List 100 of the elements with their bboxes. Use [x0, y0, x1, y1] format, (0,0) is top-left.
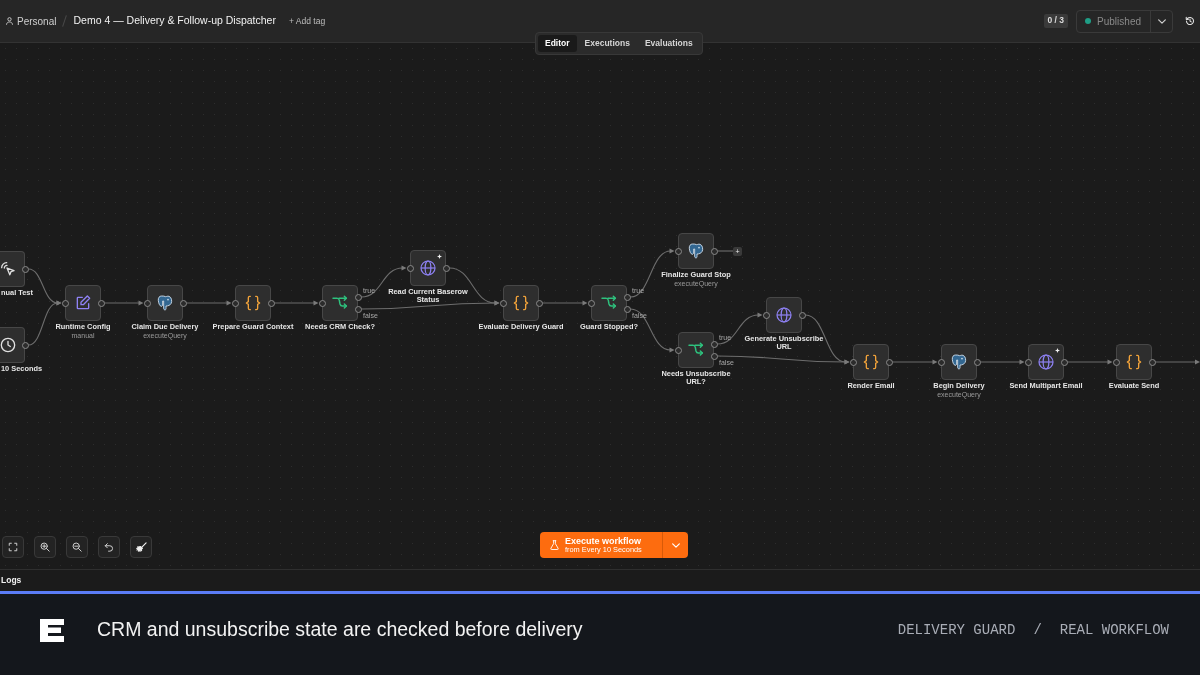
braces-icon	[863, 354, 879, 370]
workflow-node[interactable]	[322, 285, 358, 321]
output-port[interactable]	[179, 299, 187, 307]
braces-icon	[1126, 354, 1142, 370]
connection-arrow	[273, 300, 319, 306]
zoom-in-button[interactable]	[34, 536, 56, 558]
workflow-node[interactable]	[766, 297, 802, 333]
input-port[interactable]	[61, 299, 69, 307]
clock-icon	[0, 337, 16, 353]
view-tab[interactable]: Evaluations	[637, 35, 700, 53]
workflow-node[interactable]	[503, 285, 539, 321]
chevron-down-icon	[671, 542, 680, 548]
input-port[interactable]	[674, 346, 682, 354]
history-icon	[1185, 16, 1195, 26]
cursor-click-icon	[0, 261, 16, 277]
fullscreen-icon	[8, 542, 18, 552]
workflow-node[interactable]	[0, 327, 25, 363]
elephant-icon	[951, 354, 967, 370]
person-icon	[6, 17, 13, 25]
logs-panel-title[interactable]: Logs	[1, 574, 22, 587]
caption-headline: CRM and unsubscribe state are checked before delivery	[97, 617, 583, 643]
input-port[interactable]	[674, 247, 682, 255]
globe-icon	[420, 260, 436, 276]
globe-icon	[1038, 354, 1054, 370]
input-port[interactable]	[406, 264, 414, 272]
view-tab[interactable]: Executions	[577, 35, 637, 53]
output-port[interactable]	[710, 247, 718, 255]
input-port[interactable]	[1112, 358, 1120, 366]
tidy-up-button[interactable]	[130, 536, 152, 558]
input-port[interactable]	[1024, 358, 1032, 366]
connection-arrow	[891, 359, 938, 365]
logo-icon	[40, 618, 64, 642]
fit-view-button[interactable]	[2, 536, 24, 558]
input-port[interactable]	[499, 299, 507, 307]
output-port[interactable]	[267, 299, 275, 307]
workflow-node[interactable]	[853, 344, 889, 380]
view-tab[interactable]: Editor	[538, 35, 577, 53]
output-port[interactable]	[1060, 358, 1068, 366]
count-badge: 0 / 3	[1043, 14, 1069, 28]
input-port[interactable]	[762, 311, 770, 319]
branch-arrows-icon	[688, 342, 704, 358]
output-port[interactable]	[798, 311, 806, 319]
output-port[interactable]	[535, 299, 543, 307]
output-port[interactable]	[442, 264, 450, 272]
connection-arrow	[360, 265, 407, 298]
branch-arrows-icon	[601, 295, 617, 311]
workflow-node[interactable]	[1116, 344, 1152, 380]
zoom-out-icon	[72, 542, 82, 552]
workflow-node[interactable]	[410, 250, 446, 286]
connection-arrow	[103, 300, 144, 306]
undo-icon	[104, 542, 114, 552]
caption-tag: DELIVERY GUARD	[897, 619, 1016, 641]
input-port[interactable]	[318, 299, 326, 307]
status-dot-icon	[1085, 18, 1092, 24]
zoom-in-icon	[40, 542, 50, 552]
broom-icon	[135, 541, 147, 553]
connection-arrow	[185, 300, 232, 306]
braces-icon	[245, 295, 261, 311]
execute-options-button[interactable]	[662, 532, 688, 558]
caption-tag: REAL WORKFLOW	[1059, 619, 1169, 641]
output-port[interactable]	[885, 358, 893, 366]
zoom-out-button[interactable]	[66, 536, 88, 558]
input-port[interactable]	[587, 299, 595, 307]
workflow-title[interactable]: Demo 4 — Delivery & Follow-up Dispatcher	[73, 13, 276, 29]
chevron-down-icon	[1157, 18, 1166, 24]
braces-icon	[513, 295, 529, 311]
elephant-icon	[688, 243, 704, 259]
workflow-node[interactable]	[1028, 344, 1064, 380]
reset-zoom-button[interactable]	[98, 536, 120, 558]
output-port[interactable]	[1148, 358, 1156, 366]
separator-slash: /	[1033, 620, 1042, 640]
output-port[interactable]	[21, 265, 29, 273]
input-port[interactable]	[231, 299, 239, 307]
output-port[interactable]	[973, 358, 981, 366]
workflow-node[interactable]	[678, 332, 714, 368]
history-button[interactable]	[1185, 16, 1195, 26]
add-tag-link[interactable]: + Add tag	[288, 14, 326, 28]
output-port[interactable]	[21, 341, 29, 349]
workflow-node[interactable]	[0, 251, 25, 287]
workflow-node[interactable]	[235, 285, 271, 321]
pencil-square-icon	[75, 295, 91, 311]
breadcrumb-link[interactable]: Personal	[6, 13, 57, 29]
connection-line	[716, 250, 734, 252]
input-port[interactable]	[937, 358, 945, 366]
flask-icon	[550, 540, 559, 550]
elephant-icon	[157, 295, 173, 311]
workflow-node[interactable]	[941, 344, 977, 380]
connection-arrow	[979, 359, 1025, 365]
input-port[interactable]	[143, 299, 151, 307]
connection-arrow	[541, 300, 588, 306]
connection-arrow	[1154, 359, 1200, 365]
globe-icon	[776, 307, 792, 323]
output-port[interactable]	[97, 299, 105, 307]
workflow-node[interactable]	[678, 233, 714, 269]
branch-arrows-icon	[332, 295, 348, 311]
workflow-node[interactable]	[591, 285, 627, 321]
input-port[interactable]	[849, 358, 857, 366]
workflow-node[interactable]	[147, 285, 183, 321]
connection-arrow	[1066, 359, 1113, 365]
workflow-node[interactable]	[65, 285, 101, 321]
